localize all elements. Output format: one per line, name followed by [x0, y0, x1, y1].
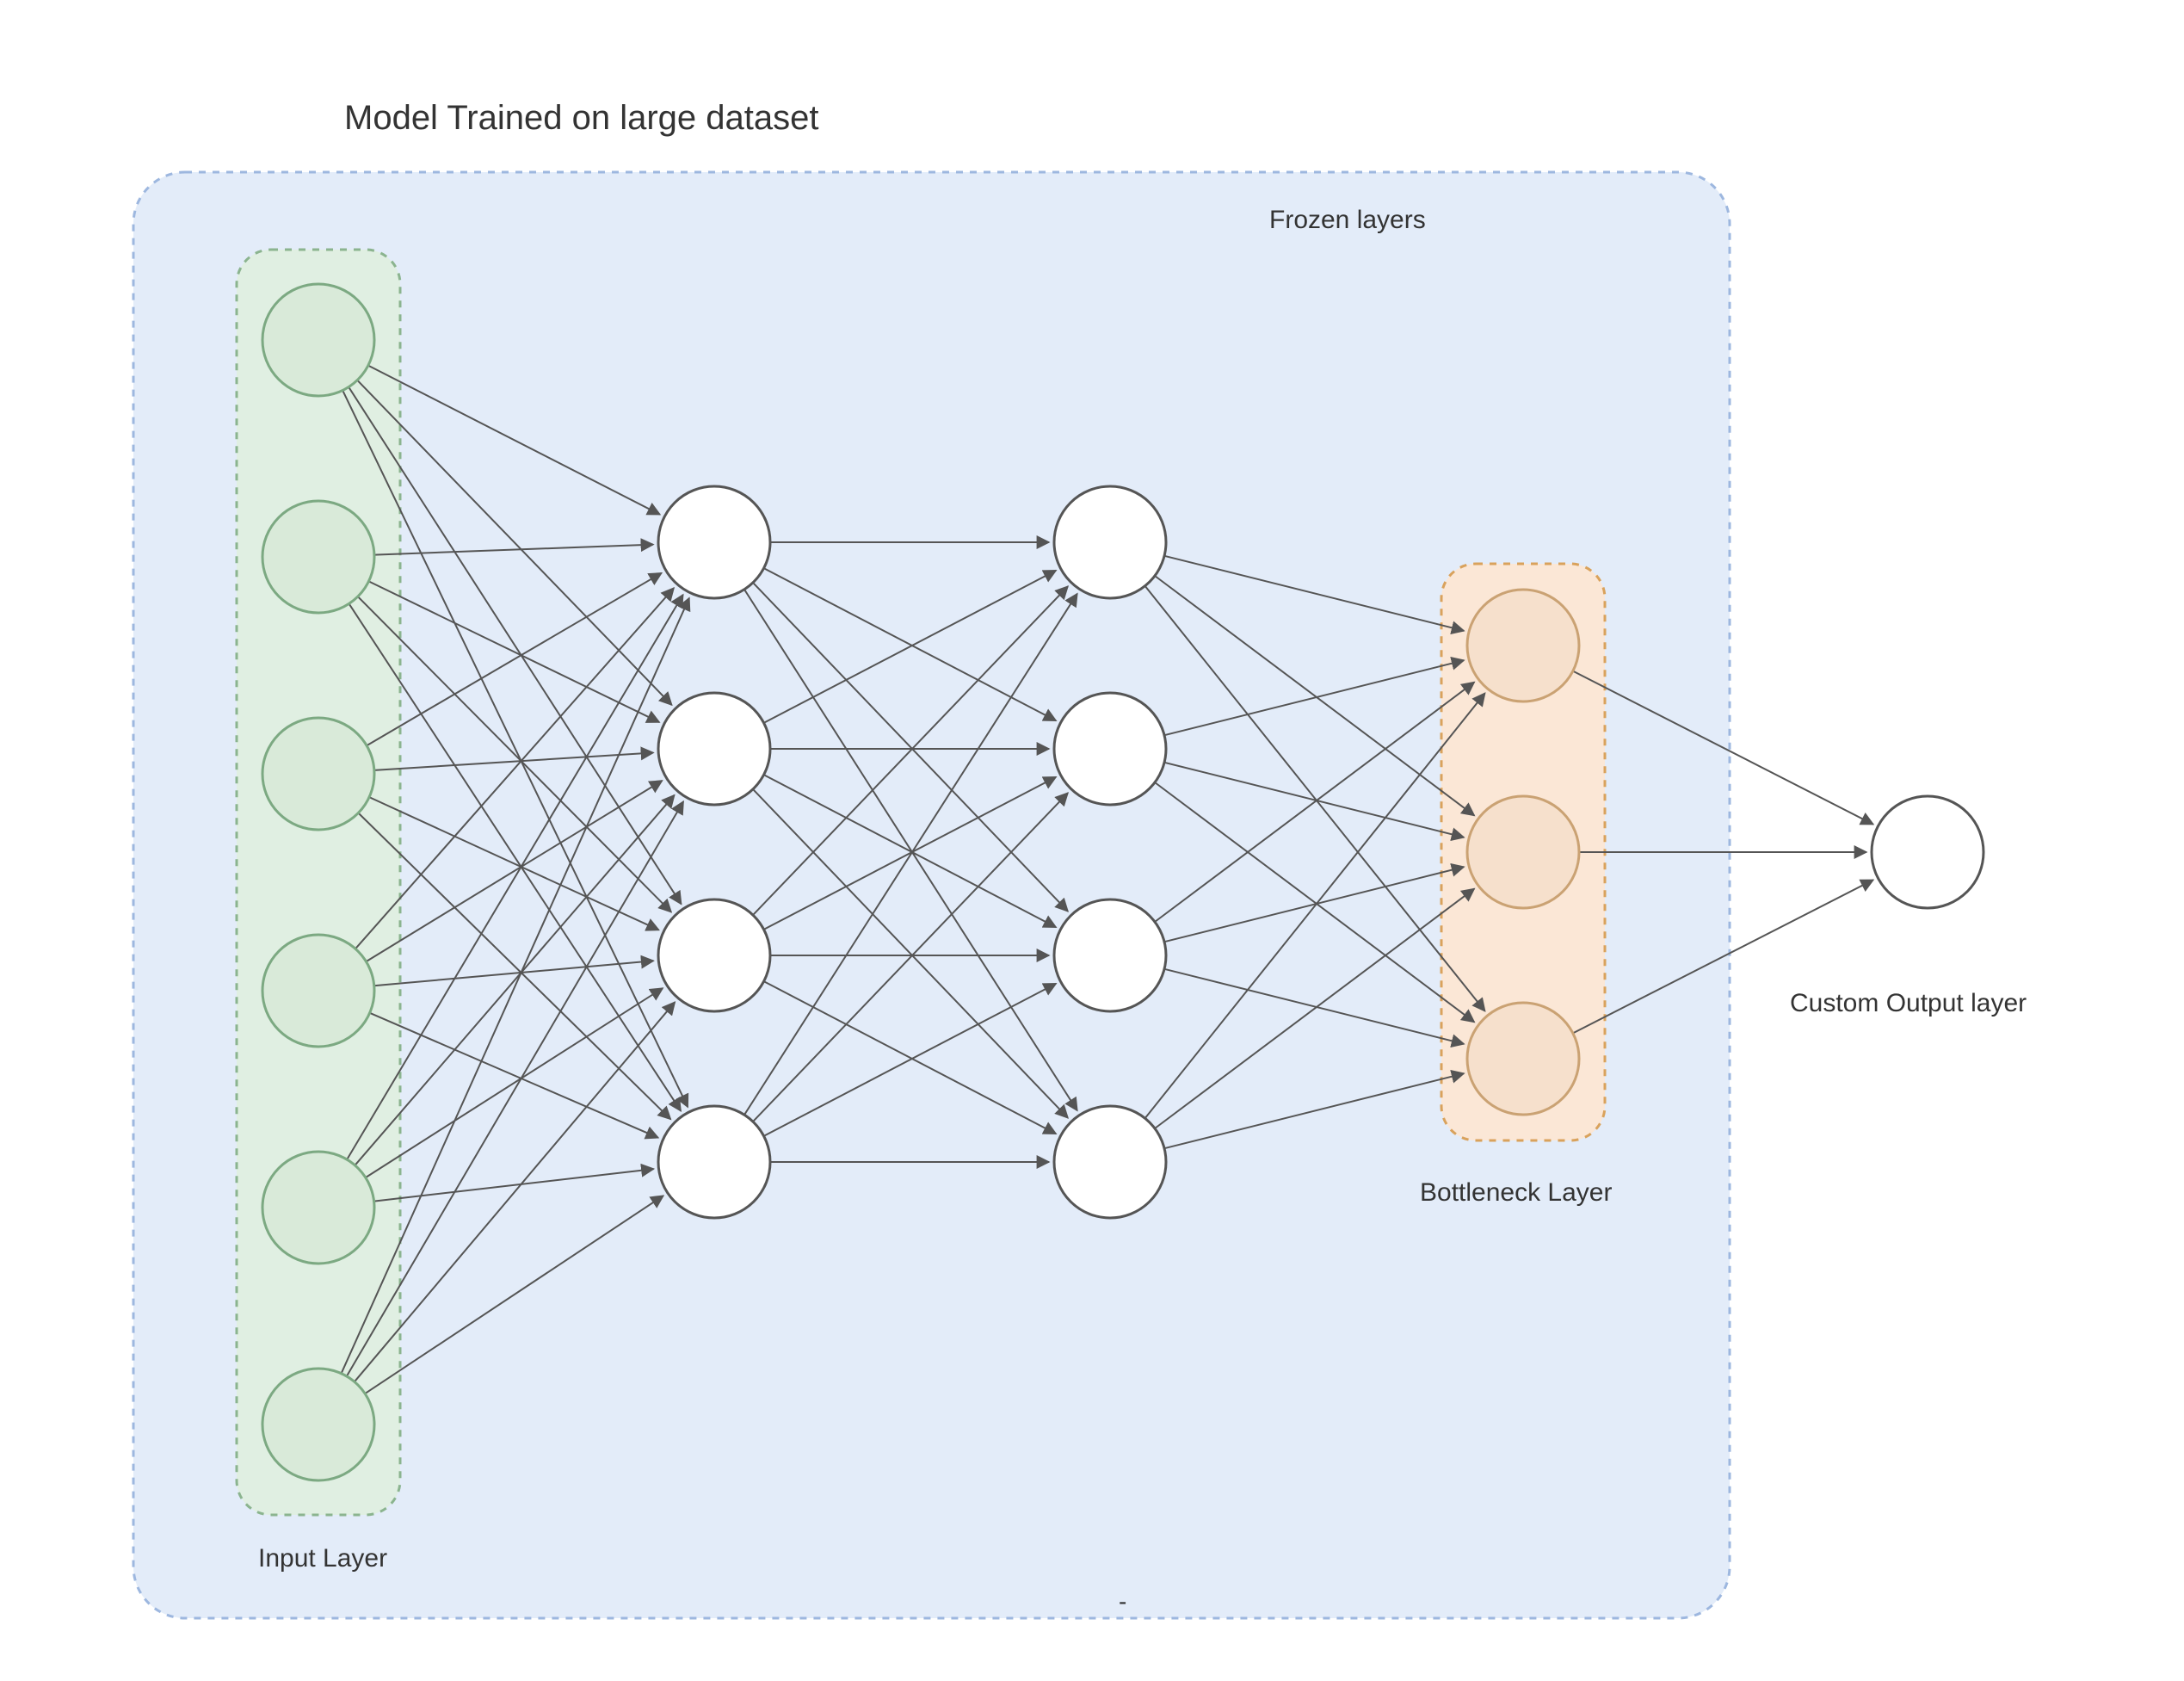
hidden1-node-2 [658, 899, 770, 1011]
bottleneck-node-2 [1467, 1003, 1579, 1115]
input-layer-label: Input Layer [258, 1544, 387, 1573]
hidden2-node-0 [1054, 486, 1166, 598]
frozen-layers-label: Frozen layers [1269, 206, 1426, 234]
input-layer-box [237, 250, 400, 1515]
input-node-1 [262, 501, 374, 613]
hidden1-node-0 [658, 486, 770, 598]
input-node-3 [262, 935, 374, 1047]
diagram-title: Model Trained on large dataset [344, 99, 818, 137]
input-node-0 [262, 284, 374, 396]
output-layer-label: Custom Output layer [1790, 989, 2027, 1017]
hidden2-node-2 [1054, 899, 1166, 1011]
output-node-0 [1872, 796, 1983, 908]
bottleneck-layer-label: Bottleneck Layer [1420, 1178, 1612, 1207]
transfer-learning-diagram: Model Trained on large dataset Frozen la… [0, 0, 2184, 1681]
input-node-2 [262, 718, 374, 830]
hidden2-node-1 [1054, 693, 1166, 805]
hidden2-node-3 [1054, 1106, 1166, 1218]
bottleneck-node-0 [1467, 590, 1579, 701]
bottleneck-node-1 [1467, 796, 1579, 908]
input-node-5 [262, 1369, 374, 1480]
dash-mark: - [1119, 1588, 1126, 1615]
hidden1-node-3 [658, 1106, 770, 1218]
input-node-4 [262, 1152, 374, 1264]
hidden1-node-1 [658, 693, 770, 805]
